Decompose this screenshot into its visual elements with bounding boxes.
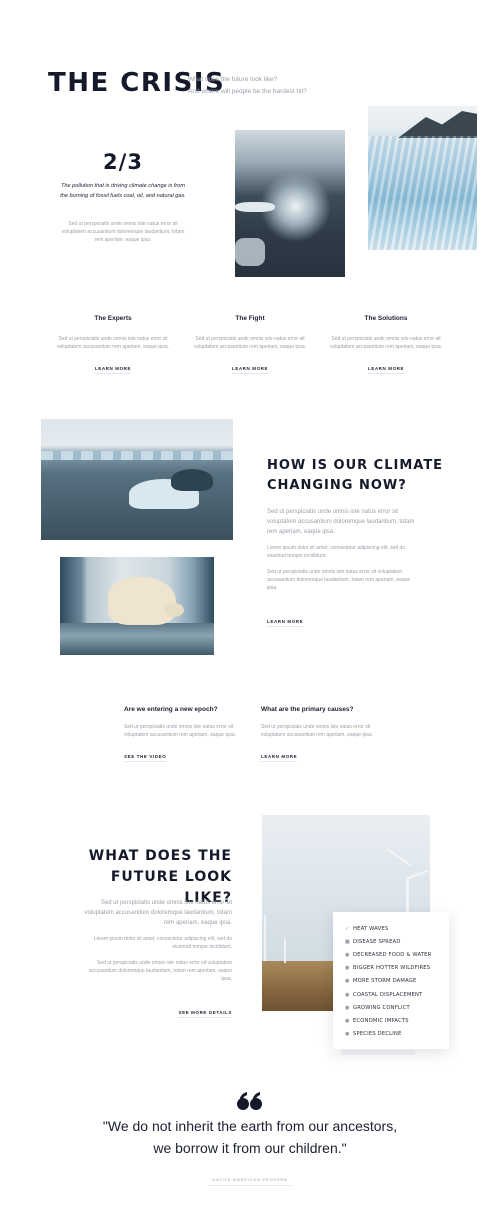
future-paragraph-2: Sed ut perspiciatis unde omnis iste natu… [88, 960, 232, 982]
polar-bear-photo [60, 557, 214, 655]
intro-lead: The pollution that is driving climate ch… [60, 183, 186, 199]
bullet-icon: ● [345, 951, 350, 958]
subtitle-line-1: What does the future look like? [188, 76, 278, 83]
list-item: ● SPECIES DECLINE [345, 1028, 449, 1041]
bullet-icon: ● [345, 1004, 350, 1011]
impact-label: GROWING CONFLICT [353, 1004, 410, 1011]
bullet-icon: ● [345, 965, 350, 972]
list-item: ● ECONOMIC IMPACTS [345, 1014, 449, 1027]
bullet-icon: ● [345, 1017, 350, 1024]
list-item: ● COASTAL DISPLACEMENT [345, 988, 449, 1001]
card-footer-bar [341, 1049, 415, 1055]
feature-title: The Experts [94, 315, 132, 322]
question-learn-more-link[interactable]: LEARN MORE [261, 754, 298, 762]
polar-bear [108, 577, 176, 625]
climate-heading-line-2: CHANGING NOW? [267, 478, 407, 493]
feature-experts: The Experts Sed ut perspiciatis unde omn… [56, 315, 170, 375]
feature-body: Sed ut perspiciatis unde omnis iste natu… [56, 336, 169, 350]
feature-title: The Fight [235, 315, 265, 322]
list-item: ● MORE STORM DAMAGE [345, 975, 449, 988]
climate-paragraph-1: Lorem ipsum dolor sit amet, consectetur … [267, 545, 406, 559]
bullet-icon: ● [345, 991, 350, 998]
impact-label: ECONOMIC IMPACTS [353, 1017, 409, 1024]
slide-counter: 2/3 [103, 150, 143, 174]
bullet-icon: ● [345, 978, 350, 985]
learn-more-link[interactable]: LEARN MORE [231, 366, 269, 374]
ice-line [41, 451, 233, 460]
quote-icon [236, 1090, 264, 1116]
question-title: What are the primary causes? [261, 706, 354, 713]
question-title: Are we entering a new epoch? [124, 706, 218, 713]
subtitle-line-2: And where will people be the hardest hit… [188, 88, 307, 95]
iceberg-shadow [171, 469, 213, 491]
ice-floe [235, 202, 275, 212]
feature-body: Sed ut perspiciatis unde omnis iste natu… [329, 336, 442, 350]
list-item: ✓ HEAT WAVES [345, 922, 449, 935]
feature-fight: The Fight Sed ut perspiciatis unde omnis… [193, 315, 307, 375]
future-paragraph-1: Lorem ipsum dolor sit amet, consectetur … [93, 936, 232, 950]
polar-bear-head [164, 603, 184, 617]
impact-label: DISEASE SPREAD [353, 938, 401, 945]
feature-title: The Solutions [364, 315, 408, 322]
ice-floe-bottom [235, 238, 265, 266]
turbine-blade-1 [386, 848, 411, 866]
see-the-video-link[interactable]: SEE THE VIDEO [124, 754, 167, 762]
feature-body: Sed ut perspiciatis unde omnis iste natu… [193, 336, 306, 350]
impact-label: BIGGER HOTTER WILDFIRES [353, 965, 431, 972]
see-more-details-link[interactable]: SEE MORE DETAILS [178, 1010, 232, 1018]
question-causes: What are the primary causes? Sed ut pers… [261, 706, 373, 763]
question-body: Sed ut perspiciatis unde omnis iste natu… [124, 724, 237, 738]
list-item: ● GROWING CONFLICT [345, 1001, 449, 1014]
impact-label: DECREASED FOOD & WATER [353, 951, 432, 958]
turbine-tower-large [406, 877, 409, 917]
climate-paragraph-2: Sed ut perspiciatis unde omnis iste natu… [267, 569, 411, 591]
bullet-icon: ● [345, 1031, 350, 1038]
turbine-blade-2 [407, 869, 430, 879]
question-body: Sed ut perspiciatis unde omnis iste natu… [261, 724, 374, 738]
climate-lead: Sed ut perspiciatis unde omnis iste natu… [267, 509, 415, 535]
impacts-card: ✓ HEAT WAVES ■ DISEASE SPREAD ● DECREASE… [333, 912, 449, 1055]
quote-text: "We do not inherit the earth from our an… [50, 1115, 450, 1159]
ice-texture [368, 136, 477, 250]
glacier-photo [368, 106, 477, 250]
impact-label: MORE STORM DAMAGE [353, 978, 417, 985]
ocean-sun-photo [235, 130, 345, 277]
intro-body: Sed ut perspiciatis unde omnis iste natu… [61, 221, 185, 243]
future-heading-line-1: WHAT DOES THE [88, 848, 232, 864]
list-item: ● BIGGER HOTTER WILDFIRES [345, 962, 449, 975]
impact-label: HEAT WAVES [353, 925, 389, 932]
list-item: ■ DISEASE SPREAD [345, 935, 449, 948]
turbine-tower-left [264, 915, 266, 961]
header-subtitle: What does the future look like? And wher… [188, 74, 307, 98]
climate-heading: HOW IS OUR CLIMATE CHANGING NOW? [267, 456, 443, 496]
quote-attribution: NATIVE AMERICAN PROVERB [209, 1177, 291, 1186]
mountain-ridge [398, 111, 477, 138]
question-epoch: Are we entering a new epoch? Sed ut pers… [124, 706, 236, 763]
iceberg-photo [41, 419, 233, 540]
climate-heading-line-1: HOW IS OUR CLIMATE [267, 458, 444, 473]
turbine-tower-small [284, 939, 286, 963]
climate-learn-more-link[interactable]: LEARN MORE [267, 619, 304, 627]
impact-label: SPECIES DECLINE [353, 1031, 402, 1038]
glass-reflection [60, 623, 214, 655]
quote-line-1: "We do not inherit the earth from our an… [102, 1118, 398, 1134]
future-lead: Sed ut perspiciatis unde omnis iste natu… [84, 900, 232, 926]
list-item: ● DECREASED FOOD & WATER [345, 948, 449, 961]
learn-more-link[interactable]: LEARN MORE [94, 366, 132, 374]
check-icon: ✓ [345, 925, 350, 932]
bullet-icon: ■ [345, 938, 350, 945]
feature-solutions: The Solutions Sed ut perspiciatis unde o… [329, 315, 443, 375]
learn-more-link[interactable]: LEARN MORE [367, 366, 405, 374]
impact-label: COASTAL DISPLACEMENT [353, 991, 423, 998]
quote-line-2: we borrow it from our children." [153, 1140, 347, 1156]
